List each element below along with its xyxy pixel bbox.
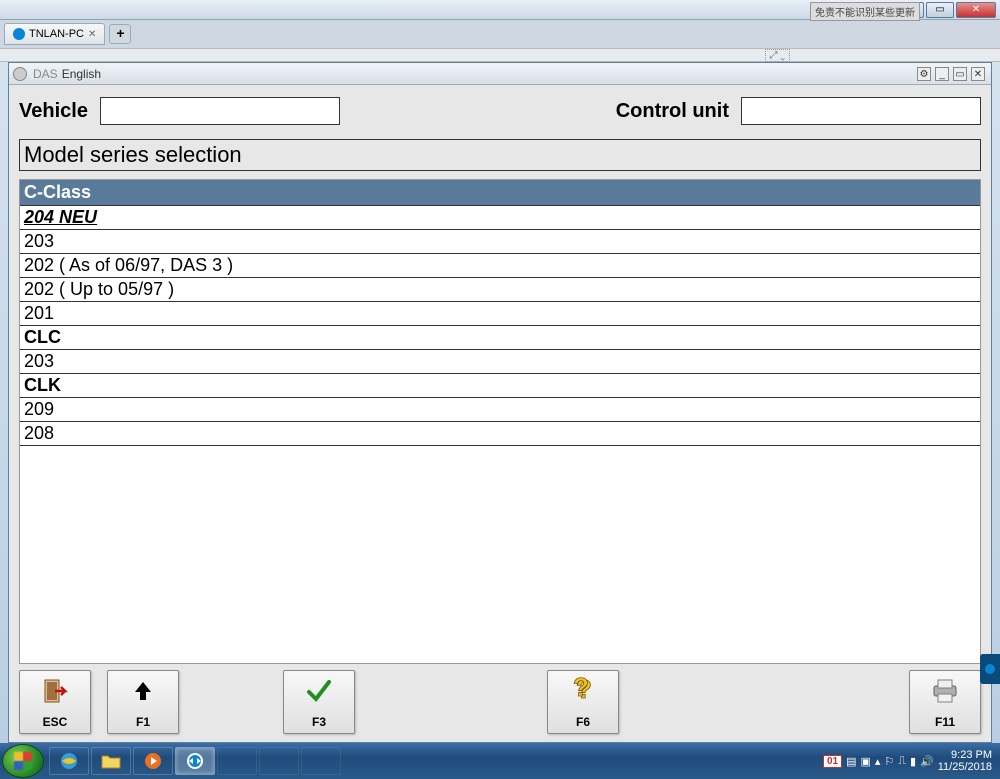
taskbar-app1-icon[interactable] (217, 747, 257, 775)
section-title: Model series selection (24, 142, 976, 168)
arrow-up-icon (127, 675, 159, 707)
teamviewer-sidebar-tab[interactable] (980, 654, 1000, 684)
f1-label: F1 (136, 715, 150, 729)
clock-date: 11/25/2018 (938, 761, 992, 773)
teamviewer-icon (13, 28, 25, 40)
das-titlebar: DAS English ⚙ _ ▭ ✕ (9, 63, 991, 85)
new-tab-button[interactable]: + (109, 24, 131, 44)
das-title-prefix: DAS (33, 67, 58, 81)
taskbar-app3-icon[interactable] (301, 747, 341, 775)
list-header-cclass[interactable]: C-Class (20, 180, 980, 206)
list-row[interactable]: 203 (20, 350, 980, 374)
move-handle-icon[interactable]: ⤢ ⌄ (765, 49, 791, 62)
section-title-box: Model series selection (19, 139, 981, 171)
list-row[interactable]: CLC (20, 326, 980, 350)
header-row: Vehicle Control unit (19, 97, 981, 125)
taskbar-app2-icon[interactable] (259, 747, 299, 775)
das-settings-icon[interactable]: ⚙ (917, 67, 931, 81)
das-minimize-icon[interactable]: _ (935, 67, 949, 81)
tab-close-icon[interactable]: ✕ (88, 29, 96, 40)
f6-label: F6 (576, 715, 590, 729)
list-row[interactable]: 202 ( Up to 05/97 ) (20, 278, 980, 302)
remote-toolbar: ⤢ ⌄ (0, 48, 1000, 62)
close-button[interactable]: ✕ (956, 2, 996, 18)
das-close-icon[interactable]: ✕ (971, 67, 985, 81)
das-language-label: English (62, 67, 101, 81)
f1-button[interactable]: F1 (107, 670, 179, 734)
das-content: Vehicle Control unit Model series select… (9, 85, 991, 742)
printer-icon (929, 675, 961, 707)
esc-label: ESC (43, 715, 68, 729)
list-row[interactable]: 203 (20, 230, 980, 254)
tray-chevron-icon[interactable]: ▴ (875, 755, 881, 768)
list-row[interactable]: CLK (20, 374, 980, 398)
f6-button[interactable]: ?? F6 (547, 670, 619, 734)
taskbar-ie-icon[interactable] (49, 747, 89, 775)
checkmark-icon (303, 675, 335, 707)
f11-label: F11 (935, 715, 955, 729)
esc-button[interactable]: ESC (19, 670, 91, 734)
browser-tabstrip: TNLAN-PC ✕ + (0, 20, 1000, 48)
help-icon: ?? (567, 675, 599, 707)
tray-wifi-icon[interactable]: ⎍ (898, 755, 906, 768)
vehicle-field[interactable] (100, 97, 340, 125)
tray-signal-icon[interactable]: ▮ (910, 755, 916, 768)
list-row[interactable]: 201 (20, 302, 980, 326)
clock-time: 9:23 PM (938, 749, 992, 761)
update-hint: 免责不能识别某些更新 (810, 2, 920, 21)
tray-volume-icon[interactable]: 🔊 (920, 755, 934, 768)
windows-taskbar: 01 ▤ ▣ ▴ ⚐ ⎍ ▮ 🔊 9:23 PM 11/25/2018 (0, 743, 1000, 779)
svg-text:?: ? (573, 676, 589, 702)
teamviewer-dot-icon (985, 664, 995, 674)
taskbar-clock[interactable]: 9:23 PM 11/25/2018 (938, 749, 992, 773)
start-button[interactable] (2, 744, 44, 778)
tab-remote-pc[interactable]: TNLAN-PC ✕ (4, 23, 105, 45)
tray-flag-icon[interactable]: ⚐ (884, 755, 894, 768)
tray-network-icon[interactable]: ▤ (846, 755, 856, 768)
taskbar-teamviewer-icon[interactable] (175, 747, 215, 775)
das-restore-icon[interactable]: ▭ (953, 67, 967, 81)
f3-label: F3 (312, 715, 326, 729)
control-unit-label: Control unit (616, 100, 729, 123)
exit-door-icon (39, 675, 71, 707)
list-row[interactable]: 204 NEU (20, 206, 980, 230)
outer-titlebar: 免责不能识别某些更新 — ▭ ✕ (0, 0, 1000, 20)
tab-label: TNLAN-PC (29, 28, 84, 40)
das-app-window: DAS English ⚙ _ ▭ ✕ Vehicle Control unit… (8, 62, 992, 743)
list-row[interactable]: 208 (20, 422, 980, 446)
mercedes-logo-icon (13, 67, 27, 81)
list-row[interactable]: 202 ( As of 06/97, DAS 3 ) (20, 254, 980, 278)
system-tray: 01 ▤ ▣ ▴ ⚐ ⎍ ▮ 🔊 9:23 PM 11/25/2018 (823, 749, 998, 773)
tray-display-icon[interactable]: ▣ (860, 755, 870, 768)
taskbar-explorer-icon[interactable] (91, 747, 131, 775)
model-series-list: C-Class 204 NEU203202 ( As of 06/97, DAS… (19, 179, 981, 664)
f11-button[interactable]: F11 (909, 670, 981, 734)
f3-button[interactable]: F3 (283, 670, 355, 734)
vehicle-label: Vehicle (19, 100, 88, 123)
control-unit-field[interactable] (741, 97, 981, 125)
ime-badge[interactable]: 01 (823, 755, 842, 768)
list-row[interactable]: 209 (20, 398, 980, 422)
maximize-button[interactable]: ▭ (926, 2, 954, 18)
taskbar-wmp-icon[interactable] (133, 747, 173, 775)
desktop-window: 免责不能识别某些更新 — ▭ ✕ TNLAN-PC ✕ + ⤢ ⌄ DAS En… (0, 0, 1000, 779)
function-key-bar: ESC F1 F3 (19, 664, 981, 736)
